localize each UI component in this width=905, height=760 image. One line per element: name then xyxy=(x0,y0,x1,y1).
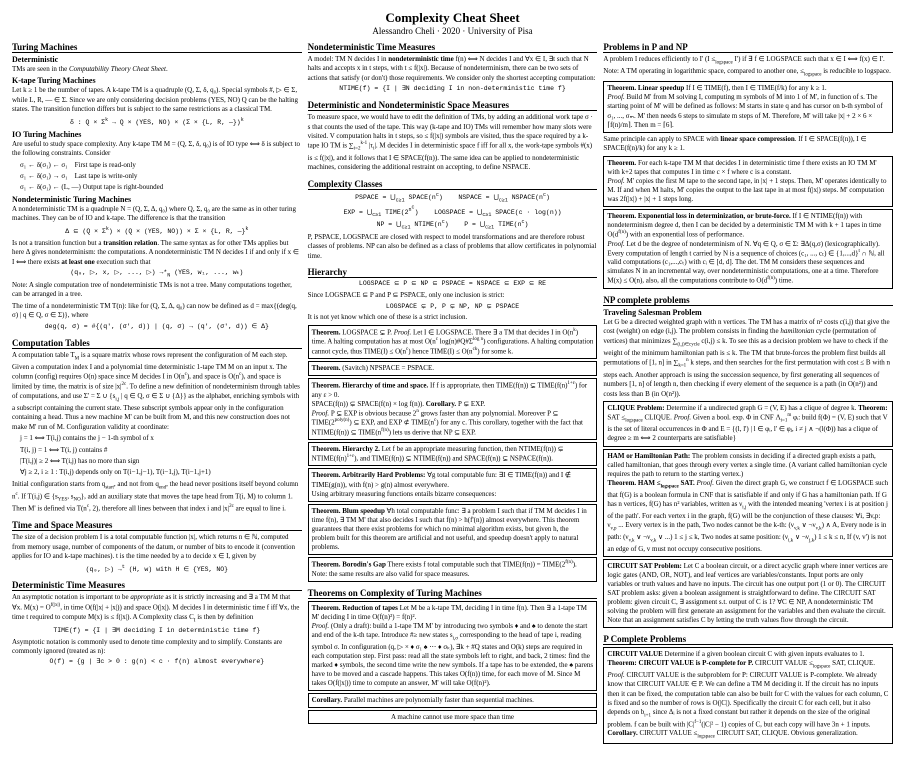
comp-tables-title: Computation Tables xyxy=(12,338,302,349)
complexity-classes-section: Complexity Classes PSPACE = ⋃c≥1 SPACE(n… xyxy=(308,179,598,262)
deterministic-title: Deterministic xyxy=(12,55,302,64)
tsp-content: Let G be a directed weighted graph with … xyxy=(603,318,893,399)
ndtm-formula: Δ ⊆ (Q × Σk) × (Q × (YES, NO)) × Σ × {L,… xyxy=(12,226,302,237)
page: Complexity Cheat Sheet Alessandro Cheli … xyxy=(0,0,905,760)
ktape-content: Let k ≥ 1 be the number of tapes. A k-ta… xyxy=(12,86,302,114)
big-o-formula: O(f) = {g | ∃c > 0 : g(n) < c · f(n) alm… xyxy=(12,658,302,667)
ndtm-content: A nondeterministic TM is a quadruple N =… xyxy=(12,205,302,224)
header: Complexity Cheat Sheet Alessandro Cheli … xyxy=(12,10,893,36)
comp-tables-content2: Initial configuration starts from qstart… xyxy=(12,480,302,514)
hierarchy-title: Hierarchy xyxy=(308,267,598,278)
ndtm-title: Nondeterministic Turing Machines xyxy=(12,195,302,204)
turing-theorems-section: Theorems on Complexity of Turing Machine… xyxy=(308,588,598,725)
tsp-title: Traveling Salesman Problem xyxy=(603,308,893,317)
blum-speedup-theorem: Theorem. Blum speedup ∀h total computabl… xyxy=(308,504,598,555)
ndtm-formula2: (q₀, ▷, x, ▷, ..., ▷) →*N (YES, w₁, ...,… xyxy=(12,269,302,279)
det-time-content: An asymptotic notation is important to b… xyxy=(12,593,302,624)
column-2: Nondeterministic Time Measures A model: … xyxy=(308,42,598,750)
hierarchy-time-space-theorem: Theorem. Hierarchy of time and space. If… xyxy=(308,378,598,440)
ndtime-section: Nondeterministic Time Measures A model: … xyxy=(308,42,598,94)
cc-formulas: PSPACE = ⋃c≥1 SPACE(nc) NSPACE = ⋃c≥1 NS… xyxy=(308,192,598,231)
hierarchy-content: Since LOGSPACE ⊆ P and P ⊆ PSPACE, only … xyxy=(308,291,598,300)
hierarchy-chain: LOGSPACE ⊆ P ⊆ NP ⊆ PSPACE = NSPACE ⊆ EX… xyxy=(308,280,598,289)
io-constraint-2: σ₁ ← δ(σ₁) → σ₁ Last tape is write-only xyxy=(12,172,302,181)
logspace-p-theorem: Theorem. LOGSPACE ⊊ P. Proof. Let I ∈ LO… xyxy=(308,325,598,359)
exp-loss-theorem: Theorem. Exponential loss in determiniza… xyxy=(603,209,893,289)
content-columns: Turing Machines Deterministic TMs are se… xyxy=(12,42,893,750)
deterministic-content: TMs are seen in the Computability Theory… xyxy=(12,65,302,74)
arb-hard-theorem: Theorem. Arbitrarily Hard Problems: ∀g t… xyxy=(308,468,598,501)
ndtm-deg-formula: deg(q, σ) = #{(q', (σ', d)) | (q, σ) → (… xyxy=(12,323,302,332)
det-nd-space-section: Deterministic and Nondeterministic Space… xyxy=(308,100,598,173)
io-tm-title: IO Turing Machines xyxy=(12,130,302,139)
turing-machines-title: Turing Machines xyxy=(12,42,302,53)
time-space-content: The size of a decision problem I is a to… xyxy=(12,533,302,561)
cc-content: P, PSPACE, LOGSPACE are closed with resp… xyxy=(308,233,598,261)
validity-1: j = 1 ⟺ T(i,j) contains the j − 1-th sym… xyxy=(12,434,302,443)
turing-machines-section: Turing Machines Deterministic TMs are se… xyxy=(12,42,302,332)
det-nd-space-title: Deterministic and Nondeterministic Space… xyxy=(308,100,598,111)
det-time-title: Deterministic Time Measures xyxy=(12,580,302,591)
hierarchy2-theorem: Theorem. Hierarchy 2. Let f be an approp… xyxy=(308,442,598,467)
space-time-note: A machine cannot use more space than tim… xyxy=(308,710,598,724)
validity-4: ∀j ≥ 2, i ≥ 1 : T(i,j) depends only on T… xyxy=(12,468,302,477)
problems-intro: A problem I reduces efficiently to I' (I… xyxy=(603,55,893,79)
turing-theorems-title: Theorems on Complexity of Turing Machine… xyxy=(308,588,598,599)
comp-tables-content: A computation table TM is a square matri… xyxy=(12,351,302,433)
io-constraint-3: σ₁ ← δ(σ₁) ← (L, —) Output tape is right… xyxy=(12,183,302,192)
ktape-formula: δ : Q × Σk → Q × (YES, NO) × (Σ × {L, R,… xyxy=(12,117,302,128)
det-time-section: Deterministic Time Measures An asymptoti… xyxy=(12,580,302,667)
page-title: Complexity Cheat Sheet xyxy=(12,10,893,26)
ham-theorem: HAM or Hamiltonian Path: The problem con… xyxy=(603,449,893,557)
io-constraint-1: σ₁ ← δ(σ₁) ← σ₁ First tape is read-only xyxy=(12,161,302,170)
ntime-formula: NTIME(f) = {I | ∃N deciding I in non-det… xyxy=(308,85,598,94)
det-nd-space-content: To measure space, we would have to edit … xyxy=(308,113,598,173)
ndtm-note: Note: A single computation tree of nonde… xyxy=(12,281,302,300)
validity-2: T(i, j) = 1 ⟺ T(i, j) contains # xyxy=(12,446,302,455)
problems-p-np-section: Problems in P and NP A problem I reduces… xyxy=(603,42,893,289)
ndtime-content: A model: TM N decides I in nondeterminis… xyxy=(308,55,598,83)
np-complete-title: NP complete problems xyxy=(603,295,893,306)
problems-p-np-title: Problems in P and NP xyxy=(603,42,893,53)
time-space-section: Time and Space Measures The size of a de… xyxy=(12,520,302,574)
ndtime-title: Nondeterministic Time Measures xyxy=(308,42,598,53)
tape-reduction-theorem: Theorem. Reduction of tapes Let M be a k… xyxy=(308,601,598,692)
time-class-formula: TIME(f) = {I | ∃M deciding I in determin… xyxy=(12,627,302,636)
borodin-gap-theorem: Theorem. Borodin's Gap There exists f to… xyxy=(308,557,598,582)
ndtm-content2: Is not a transition function but a trans… xyxy=(12,239,302,267)
time-space-formula: (q₀, ▷) →t (H, w) with H ∈ {YES, NO} xyxy=(12,564,302,575)
column-1: Turing Machines Deterministic TMs are se… xyxy=(12,42,302,750)
ndtm-degree: The time of a nondeterministic TM T(n): … xyxy=(12,302,302,321)
space-compression-note: Same principle can apply to SPACE with l… xyxy=(603,135,893,154)
column-3: Problems in P and NP A problem I reduces… xyxy=(603,42,893,750)
asymptotic-content: Asymptotic notation is commonly used to … xyxy=(12,638,302,657)
circuit-value-theorem: CIRCUIT VALUE Determine if a given boole… xyxy=(603,647,893,744)
p-complete-section: P Complete Problems CIRCUIT VALUE Determ… xyxy=(603,634,893,744)
computation-tables-section: Computation Tables A computation table T… xyxy=(12,338,302,515)
linear-speedup-theorem: Theorem. Linear speedup If I ∈ TIME(f), … xyxy=(603,81,893,132)
ktape-title: K-tape Turing Machines xyxy=(12,76,302,85)
parallel-corollary: Corollary. Parallel machines are polynom… xyxy=(308,693,598,708)
hierarchy-section: Hierarchy LOGSPACE ⊆ P ⊆ NP ⊆ PSPACE = N… xyxy=(308,267,598,581)
time-space-title: Time and Space Measures xyxy=(12,520,302,531)
complexity-classes-title: Complexity Classes xyxy=(308,179,598,190)
validity-3: |T(i,j)| ≥ 2 ⟺ T(i,j) has no more than s… xyxy=(12,457,302,466)
hierarchy-note: It is not yet know which one of these is… xyxy=(308,313,598,322)
io-tm-content: Are useful to study space complexity. An… xyxy=(12,140,302,159)
page-subtitle: Alessandro Cheli · 2020 · University of … xyxy=(12,26,893,36)
np-complete-section: NP complete problems Traveling Salesman … xyxy=(603,295,893,629)
clique-theorem: CLIQUE Problem: Determine if a undirecte… xyxy=(603,401,893,447)
circuit-sat-theorem: CIRCUIT SAT Problem: Let C a boolean cir… xyxy=(603,559,893,629)
savitch-theorem: Theorem. (Savitch) NPSPACE = PSPACE. xyxy=(308,361,598,376)
io-tm-theorem: Theorem. For each k-tape TM M that decid… xyxy=(603,156,893,207)
strict-inclusions: LOGSPACE ⊊ P, P ⊊ NP, NP ⊊ PSPACE xyxy=(308,303,598,312)
